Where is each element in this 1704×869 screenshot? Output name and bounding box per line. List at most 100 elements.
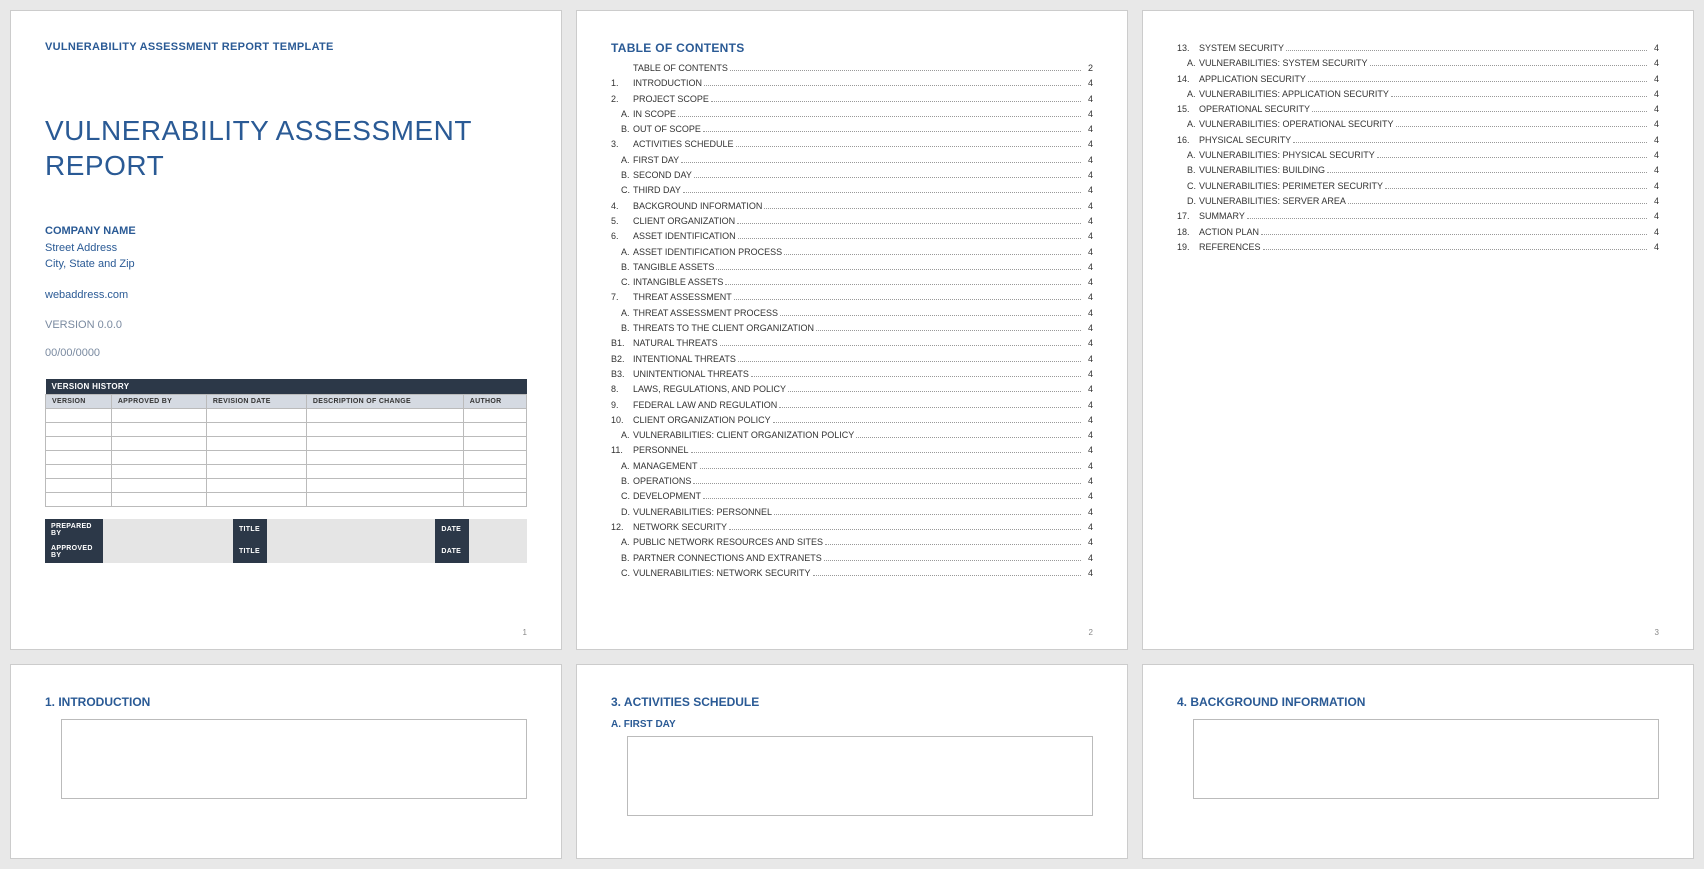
toc-number: 10. (611, 413, 633, 428)
toc-text: VULNERABILITIES: BUILDING (1199, 163, 1325, 178)
toc-text: DEVELOPMENT (633, 489, 701, 504)
toc-entry: 14.APPLICATION SECURITY4 (1177, 72, 1659, 87)
toc-dots (780, 315, 1081, 316)
toc-entry: 16.PHYSICAL SECURITY4 (1177, 133, 1659, 148)
toc-dots (1348, 203, 1647, 204)
toc-entry: 13.SYSTEM SECURITY4 (1177, 41, 1659, 56)
toc-dots (738, 361, 1081, 362)
toc-page: 4 (1649, 133, 1659, 148)
section-3a-header: A. FIRST DAY (611, 719, 1093, 730)
toc-dots (1263, 249, 1647, 250)
toc-text: VULNERABILITIES: PERIMETER SECURITY (1199, 179, 1383, 194)
toc-dots (716, 269, 1081, 270)
date-label: 00/00/0000 (45, 347, 527, 359)
toc-number: B3. (611, 367, 633, 382)
toc-list: TABLE OF CONTENTS21.INTRODUCTION42.PROJE… (611, 61, 1093, 581)
toc-entry: B.PARTNER CONNECTIONS AND EXTRANETS4 (611, 551, 1093, 566)
toc-entry: B.VULNERABILITIES: BUILDING4 (1177, 163, 1659, 178)
content-box (1193, 719, 1659, 799)
toc-dots (693, 483, 1081, 484)
date-field-label-2: DATE (435, 541, 469, 563)
toc-number: A. (611, 459, 633, 474)
toc-dots (1377, 157, 1647, 158)
toc-number: A. (1177, 148, 1199, 163)
toc-text: OPERATIONS (633, 474, 691, 489)
toc-entry: C.VULNERABILITIES: NETWORK SECURITY4 (611, 566, 1093, 581)
toc-dots (751, 376, 1081, 377)
title-label-2: TITLE (233, 541, 267, 563)
toc-text: THREAT ASSESSMENT PROCESS (633, 306, 778, 321)
section-1-header: 1. INTRODUCTION (45, 695, 527, 709)
date-field-label: DATE (435, 519, 469, 541)
toc-dots (700, 468, 1081, 469)
toc-dots (694, 177, 1081, 178)
toc-page: 4 (1083, 107, 1093, 122)
toc-dots (813, 575, 1081, 576)
toc-text: LAWS, REGULATIONS, AND POLICY (633, 382, 786, 397)
toc-page: 4 (1083, 428, 1093, 443)
toc-number: 12. (611, 520, 633, 535)
toc-page: 4 (1083, 275, 1093, 290)
toc-entry: 8.LAWS, REGULATIONS, AND POLICY4 (611, 382, 1093, 397)
document-title: VULNERABILITY ASSESSMENT REPORT (45, 113, 527, 183)
toc-text: FEDERAL LAW AND REGULATION (633, 398, 777, 413)
toc-page: 4 (1649, 102, 1659, 117)
signoff-table: PREPARED BY TITLE DATE APPROVED BY TITLE… (45, 519, 527, 563)
toc-text: PROJECT SCOPE (633, 92, 709, 107)
toc-page: 4 (1649, 72, 1659, 87)
toc-number: C. (611, 275, 633, 290)
page-4: 1. INTRODUCTION (10, 664, 562, 859)
toc-dots (737, 223, 1081, 224)
toc-text: VULNERABILITIES: PHYSICAL SECURITY (1199, 148, 1375, 163)
toc-text: PHYSICAL SECURITY (1199, 133, 1291, 148)
toc-page: 4 (1083, 183, 1093, 198)
toc-page: 4 (1083, 306, 1093, 321)
toc-entry: C.INTANGIBLE ASSETS4 (611, 275, 1093, 290)
toc-number: B. (1177, 163, 1199, 178)
toc-text: ASSET IDENTIFICATION (633, 229, 736, 244)
toc-dots (1308, 81, 1647, 82)
toc-page: 4 (1649, 41, 1659, 56)
toc-dots (774, 514, 1081, 515)
toc-text: CLIENT ORGANIZATION POLICY (633, 413, 771, 428)
toc-entry: B.SECOND DAY4 (611, 168, 1093, 183)
toc-page: 4 (1083, 214, 1093, 229)
page-number: 1 (523, 628, 527, 637)
toc-number: 6. (611, 229, 633, 244)
toc-number: B2. (611, 352, 633, 367)
toc-number: 18. (1177, 225, 1199, 240)
toc-dots (683, 192, 1081, 193)
toc-dots (730, 70, 1081, 71)
vh-col-revdate: REVISION DATE (206, 394, 306, 408)
toc-text: OUT OF SCOPE (633, 122, 701, 137)
toc-dots (711, 101, 1081, 102)
toc-text: VULNERABILITIES: APPLICATION SECURITY (1199, 87, 1389, 102)
version-history-table: VERSION HISTORY VERSION APPROVED BY REVI… (45, 379, 527, 507)
toc-dots (678, 116, 1081, 117)
vh-col-version: VERSION (46, 394, 112, 408)
toc-text: PERSONNEL (633, 443, 689, 458)
toc-number: B. (611, 168, 633, 183)
toc-number: 19. (1177, 240, 1199, 255)
page-number: 3 (1655, 628, 1659, 637)
toc-entry: 19.REFERENCES4 (1177, 240, 1659, 255)
toc-page: 4 (1649, 194, 1659, 209)
toc-text: REFERENCES (1199, 240, 1261, 255)
toc-dots (1370, 65, 1647, 66)
toc-text: FIRST DAY (633, 153, 679, 168)
toc-entry: 4.BACKGROUND INFORMATION4 (611, 199, 1093, 214)
toc-entry: A.IN SCOPE4 (611, 107, 1093, 122)
table-row (46, 492, 527, 506)
toc-number: 14. (1177, 72, 1199, 87)
toc-entry: 2.PROJECT SCOPE4 (611, 92, 1093, 107)
toc-page: 4 (1083, 153, 1093, 168)
title-value (267, 519, 436, 541)
toc-entry: A.VULNERABILITIES: OPERATIONAL SECURITY4 (1177, 117, 1659, 132)
toc-dots (738, 238, 1081, 239)
toc-page: 4 (1083, 290, 1093, 305)
page-1: VULNERABILITY ASSESSMENT REPORT TEMPLATE… (10, 10, 562, 650)
toc-text: NETWORK SECURITY (633, 520, 727, 535)
date-value-2 (469, 541, 527, 563)
company-block: COMPANY NAME Street Address City, State … (45, 223, 527, 273)
toc-dots (1286, 50, 1647, 51)
